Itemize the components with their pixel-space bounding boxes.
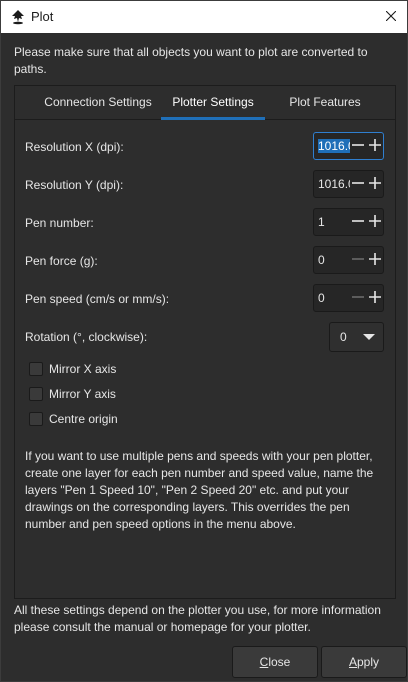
mirror-x-checkbox[interactable] [29,362,43,376]
mirror-y-label: Mirror Y axis [49,387,116,401]
pen-number-decrement-button[interactable] [350,209,367,235]
mirror-x-label: Mirror X axis [49,362,117,376]
plot-dialog: Plot Please make sure that all objects y… [0,0,408,682]
title-bar: Plot [1,1,407,33]
pen-number-label: Pen number: [25,216,94,230]
pen-number-spinner[interactable]: 1 [313,208,384,236]
pen-force-value[interactable]: 0 [314,253,350,267]
settings-notebook: Connection Settings Plotter Settings Plo… [14,85,396,599]
multi-pen-info-text: If you want to use multiple pens and spe… [25,449,374,531]
rotation-label: Rotation (°, clockwise): [25,330,148,344]
chevron-down-icon [363,330,375,344]
resolution-y-label: Resolution Y (dpi): [25,178,124,192]
plus-icon [368,176,381,192]
mirror-y-checkbox-row[interactable]: Mirror Y axis [29,385,116,403]
rotation-dropdown[interactable]: 0 [329,322,384,352]
apply-button-label: pply [357,655,380,669]
resolution-x-label: Resolution X (dpi): [25,140,124,154]
close-button[interactable]: Close [232,646,318,678]
mirror-y-checkbox[interactable] [29,387,43,401]
minus-icon [352,253,365,268]
resolution-y-value[interactable]: 1016.0 [314,177,350,191]
pen-speed-label: Pen speed (cm/s or mm/s): [25,292,170,306]
minus-icon [352,177,365,192]
resolution-x-spinner[interactable]: 1016.0 [313,132,384,160]
pen-speed-increment-button[interactable] [367,285,384,311]
pen-force-increment-button[interactable] [367,247,384,273]
resolution-y-spinner[interactable]: 1016.0 [313,170,384,198]
resolution-x-value[interactable]: 1016.0 [314,139,351,153]
intro-text: Please make sure that all objects you wa… [14,45,368,76]
close-icon [385,10,397,24]
close-button-label: lose [268,655,291,669]
centre-origin-label: Centre origin [49,412,118,426]
pen-number-increment-button[interactable] [367,209,384,235]
pen-speed-value[interactable]: 0 [314,291,350,305]
tab-bar: Connection Settings Plotter Settings Plo… [15,86,395,120]
minus-icon [352,139,365,154]
window-title: Plot [31,9,54,24]
mirror-x-checkbox-row[interactable]: Mirror X axis [29,360,116,378]
pen-speed-spinner[interactable]: 0 [313,284,384,312]
resolution-y-increment-button[interactable] [367,171,384,197]
resolution-x-decrement-button[interactable] [350,133,367,159]
tab-plot-features[interactable]: Plot Features [275,86,375,120]
apply-button-mnemonic: A [348,655,357,669]
plus-icon [368,252,381,268]
minus-icon [352,215,365,230]
tab-plotter-settings[interactable]: Plotter Settings [161,86,265,120]
rotation-value: 0 [340,330,347,344]
footer-note: All these settings depend on the plotter… [14,603,381,634]
pen-number-value[interactable]: 1 [314,215,350,229]
tab-connection-settings[interactable]: Connection Settings [25,86,171,120]
resolution-x-increment-button[interactable] [367,133,384,159]
plus-icon [368,138,381,154]
pen-speed-decrement-button[interactable] [350,285,367,311]
pen-force-spinner[interactable]: 0 [313,246,384,274]
plus-icon [368,214,381,230]
minus-icon [352,291,365,306]
close-window-button[interactable] [375,1,407,33]
centre-origin-checkbox-row[interactable]: Centre origin [29,410,118,428]
apply-button[interactable]: Apply [321,646,407,678]
resolution-y-decrement-button[interactable] [350,171,367,197]
plus-icon [368,290,381,306]
inkscape-logo-icon [10,9,26,25]
pen-force-label: Pen force (g): [25,254,98,268]
centre-origin-checkbox[interactable] [29,412,43,426]
pen-force-decrement-button[interactable] [350,247,367,273]
